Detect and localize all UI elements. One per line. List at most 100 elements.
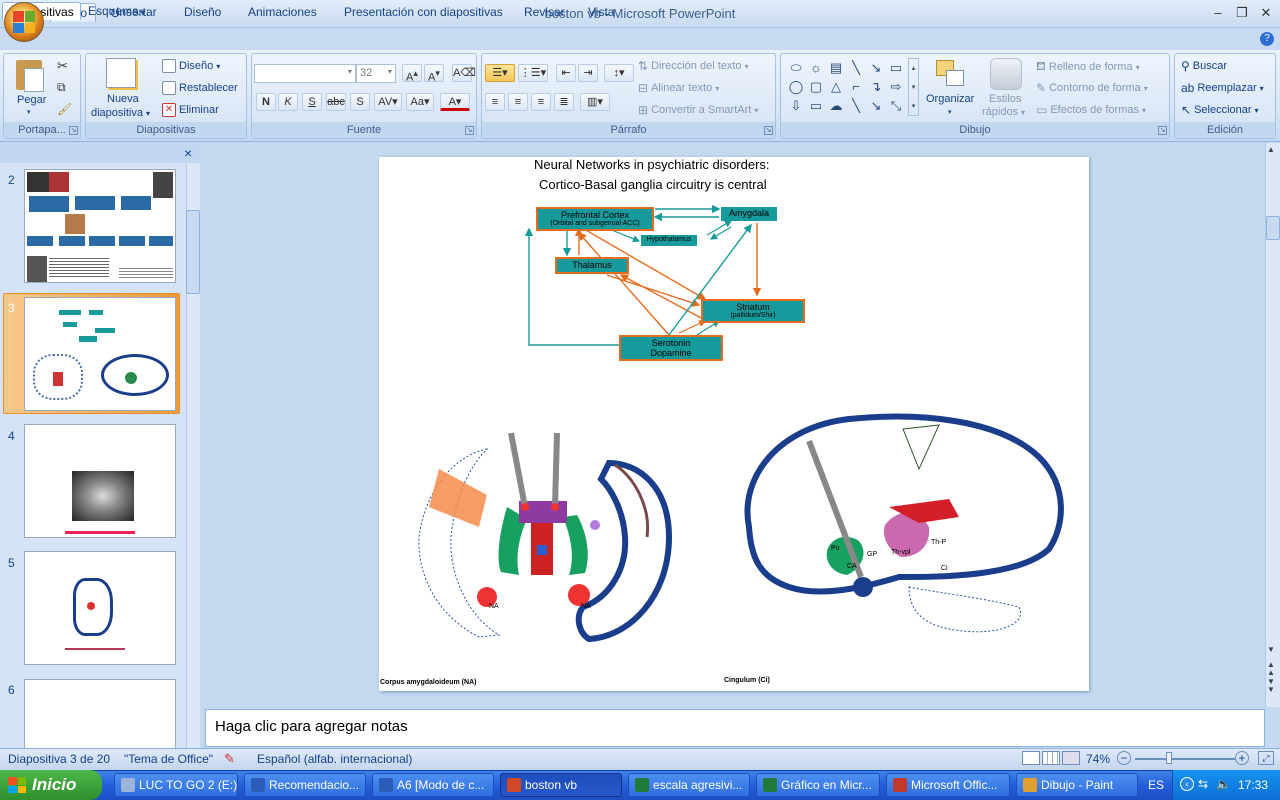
bold-icon[interactable]: N [256,93,276,111]
columns-icon[interactable]: ▥▾ [580,93,610,111]
dialog-launcher-icon[interactable]: ↘ [69,126,78,135]
underline-icon[interactable]: S [302,93,322,111]
zoom-slider-thumb[interactable] [1166,752,1172,764]
justify-icon[interactable]: ≣ [554,93,574,111]
grow-font-icon[interactable]: A▴ [402,64,422,84]
slides-pane-scroll-thumb[interactable] [186,210,200,294]
slide-thumbnail-6[interactable] [24,679,176,749]
network-icon[interactable]: ⇆ [1198,777,1208,791]
new-slide-icon[interactable] [106,58,136,88]
help-icon[interactable]: ? [1260,32,1274,46]
tab-diseno[interactable]: Diseño [176,3,229,22]
quick-styles-icon[interactable] [990,58,1022,90]
language-status[interactable]: Español (alfab. internacional) [257,752,412,766]
tray-expand-icon[interactable]: ‹ [1180,777,1194,791]
taskbar-item[interactable]: Recomendacio... [244,773,366,797]
shape-effects-button[interactable]: ▭ Efectos de formas ▾ [1036,103,1146,117]
shrink-font-icon[interactable]: A▾ [424,64,444,84]
taskbar-item[interactable]: escala agresivi... [628,773,750,797]
dialog-launcher-icon[interactable]: ↘ [764,126,773,135]
scroll-up-icon[interactable]: ▲ [1267,145,1275,154]
pane-close-icon[interactable]: × [184,145,192,161]
taskbar-item[interactable]: A6 [Modo de c... [372,773,494,797]
taskbar-item[interactable]: Dibujo - Paint [1016,773,1138,797]
zoom-out-icon[interactable]: − [1117,751,1131,765]
quick-styles-label[interactable]: Estilos [989,93,1021,105]
previous-slide-icon[interactable]: ▲ ▲ [1267,661,1275,677]
slideshow-icon[interactable] [1062,751,1080,765]
align-right-icon[interactable]: ≡ [531,93,551,111]
shadow-icon[interactable]: S [350,93,370,111]
bullets-icon[interactable]: ☰▾ [485,64,515,82]
dialog-launcher-icon[interactable]: ↘ [1158,126,1167,135]
taskbar-item[interactable]: boston vb [500,773,622,797]
shape-fill-button[interactable]: ⛾ Relleno de forma ▾ [1036,59,1140,75]
shapes-more-icon[interactable]: ▴ ▾ ▾ [908,58,919,116]
slide-thumbnail-4[interactable] [24,424,176,538]
paste-dropdown-icon[interactable]: ▾ [27,108,31,116]
italic-icon[interactable]: K [278,93,298,111]
node-hypothalamus[interactable]: Hypothalamus [641,235,697,246]
change-case-icon[interactable]: Aa▾ [406,93,434,111]
arrange-dropdown-icon[interactable]: ▾ [948,108,952,116]
node-amygdala[interactable]: Amygdala [721,207,777,221]
node-striatum[interactable]: Striatum (pallidum/Shir) [701,299,805,323]
slide-thumbnail-2[interactable] [24,169,176,283]
normal-view-icon[interactable] [1022,751,1040,765]
next-slide-icon[interactable]: ▼ ▼ [1267,678,1275,694]
zoom-slider-track[interactable] [1135,758,1235,760]
reset-button[interactable]: Restablecer [162,81,238,95]
spellcheck-icon[interactable]: ✎ [224,751,235,767]
font-size-combo[interactable]: 32 ▾ [356,64,396,83]
slide-scroll-thumb[interactable] [1266,216,1280,240]
node-thalamus[interactable]: Thalamus [555,257,629,274]
replace-button[interactable]: ab Reemplazar ▾ [1181,81,1264,95]
arrange-button[interactable]: Organizar [926,93,974,105]
align-text-button[interactable]: ⊟ Alinear texto ▾ [638,81,719,95]
paste-button[interactable]: Pegar [17,94,46,106]
tab-revisar[interactable]: Revisar [516,3,573,22]
shapes-gallery[interactable]: ⬭ ☼ ▤ ╲ ↘ ▭ ◯ ▢ △ ⌐ ↴ ⇨ ⇩ ▭ ☁ ╲ ↘ ⤡ [786,58,906,116]
caption-right[interactable]: Cingulum (Ci) [724,677,770,684]
zoom-level[interactable]: 74% [1086,752,1110,766]
paste-icon[interactable] [14,58,46,92]
minimize-button[interactable]: ‒ [1206,4,1230,22]
shape-outline-button[interactable]: ✎ Contorno de forma ▾ [1036,81,1148,95]
convert-smartart-button[interactable]: ⊞ Convertir a SmartArt ▾ [638,103,758,117]
taskbar-item[interactable]: Gráfico en Micr... [756,773,880,797]
clock[interactable]: 17:33 [1238,778,1268,792]
format-painter-icon[interactable]: 🖌 [57,102,72,116]
restore-button[interactable]: ❐ [1230,4,1254,22]
tab-esquema[interactable]: Esquema [82,2,145,20]
align-left-icon[interactable]: ≡ [485,93,505,111]
node-prefrontal-cortex[interactable]: Prefrontal Cortex (Orbital and subgenual… [536,207,654,231]
align-center-icon[interactable]: ≡ [508,93,528,111]
select-button[interactable]: ↖ Seleccionar ▾ [1181,103,1259,117]
delete-slide-button[interactable]: ✕ Eliminar [162,103,219,117]
cut-icon[interactable]: ✂ [57,58,68,74]
text-direction-button[interactable]: ⇅ Dirección del texto ▾ [638,59,749,73]
new-slide-button[interactable]: diapositiva ▾ [91,107,150,119]
strikethrough-icon[interactable]: abc [326,93,346,111]
scroll-down-icon[interactable]: ▼ [1267,645,1275,654]
volume-icon[interactable]: 🔈 [1216,777,1231,791]
taskbar-item[interactable]: LUC TO GO 2 (E:) [114,773,238,797]
language-indicator[interactable]: ES [1148,778,1164,792]
slide-canvas[interactable]: Neural Networks in psychiatric disorders… [379,157,1089,691]
node-serotonin-dopamine[interactable]: Serotonin Dopamine [619,335,723,361]
zoom-in-icon[interactable]: + [1235,751,1249,765]
arrange-icon[interactable] [934,58,966,88]
office-button[interactable] [4,2,44,42]
taskbar-item[interactable]: Microsoft Offic... [886,773,1010,797]
increase-indent-icon[interactable]: ⇥ [578,64,598,82]
find-button[interactable]: ⚲ Buscar [1181,59,1227,73]
tab-presentacion[interactable]: Presentación con diapositivas [336,3,511,22]
tab-animaciones[interactable]: Animaciones [240,3,325,22]
slide-sorter-icon[interactable] [1042,751,1060,765]
notes-placeholder[interactable]: Haga clic para agregar notas [215,718,408,735]
close-button[interactable]: ✕ [1254,4,1278,22]
slide-thumbnail-3[interactable] [24,297,176,411]
font-name-combo[interactable]: ▾ [254,64,356,83]
char-spacing-icon[interactable]: AV▾ [374,93,402,111]
numbering-icon[interactable]: ⋮☰▾ [518,64,548,82]
